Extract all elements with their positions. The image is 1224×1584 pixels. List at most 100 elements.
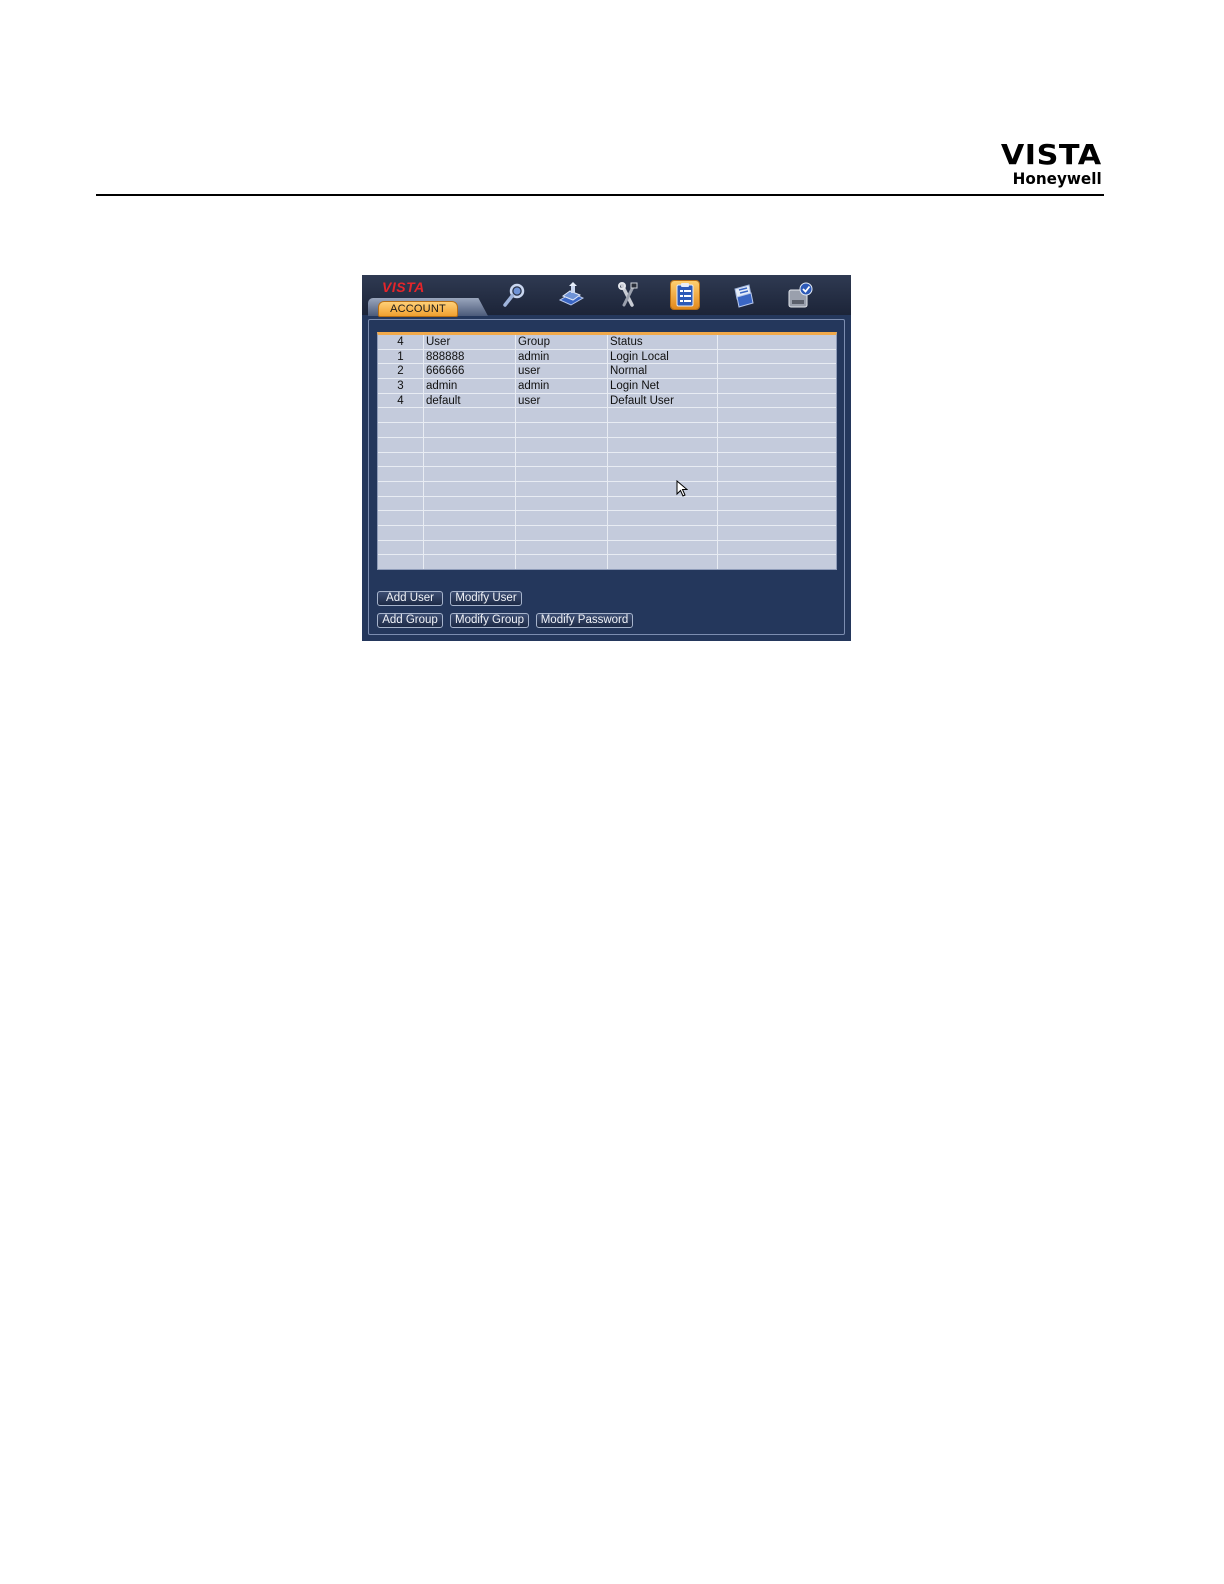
row-status: Normal (608, 364, 718, 379)
dvr-account-screenshot: VISTA ACCOUNT 4 User Group Status 1 8888… (362, 275, 851, 641)
empty-cell (608, 437, 718, 452)
table-row-empty[interactable] (378, 481, 836, 497)
row-index: 2 (378, 364, 424, 379)
empty-cell (718, 555, 836, 569)
top-menu-bar: VISTA ACCOUNT (362, 275, 851, 317)
record-icon[interactable] (557, 281, 585, 309)
empty-cell (378, 511, 424, 525)
column-header-user: User (424, 335, 516, 349)
row-index: 1 (378, 349, 424, 364)
empty-cell (378, 540, 424, 555)
row-group: user (516, 364, 608, 379)
empty-cell (718, 467, 836, 481)
table-row-empty[interactable] (378, 408, 836, 424)
column-header-index: 4 (378, 335, 424, 349)
header-divider (96, 194, 1104, 196)
empty-cell (378, 423, 424, 437)
empty-cell (718, 408, 836, 422)
tab-account[interactable]: ACCOUNT (378, 301, 458, 317)
empty-cell (608, 423, 718, 437)
empty-cell (516, 540, 608, 555)
modify-group-button[interactable]: Modify Group (450, 613, 529, 628)
settings-icon[interactable] (729, 281, 757, 309)
brand-logo: VISTA Honeywell (1001, 140, 1102, 188)
table-row[interactable]: 2 666666 user Normal (378, 364, 836, 380)
empty-cell (378, 525, 424, 540)
empty-cell (378, 481, 424, 496)
empty-cell (516, 511, 608, 525)
brand-sub-name: Honeywell (1013, 169, 1102, 188)
empty-cell (378, 408, 424, 423)
table-row-empty[interactable] (378, 467, 836, 482)
table-row-empty[interactable] (378, 423, 836, 438)
row-user: default (424, 393, 516, 408)
row-user: admin (424, 379, 516, 393)
table-row-empty[interactable] (378, 437, 836, 453)
tools-icon[interactable] (614, 281, 642, 309)
empty-cell (718, 541, 836, 555)
table-row-empty[interactable] (378, 511, 836, 526)
empty-cell (608, 408, 718, 423)
empty-cell (608, 540, 718, 555)
search-icon[interactable] (500, 281, 528, 309)
empty-cell (608, 481, 718, 496)
account-icon[interactable] (671, 281, 699, 309)
empty-cell (718, 438, 836, 452)
row-group: admin (516, 349, 608, 364)
add-group-button[interactable]: Add Group (377, 613, 443, 628)
empty-cell (516, 555, 608, 569)
empty-cell (378, 496, 424, 511)
mouse-cursor-icon (676, 480, 688, 497)
table-row-empty[interactable] (378, 555, 836, 569)
empty-cell (608, 511, 718, 525)
empty-cell (378, 437, 424, 452)
user-table: 4 User Group Status 1 888888 admin Login… (377, 332, 837, 570)
row-group: user (516, 393, 608, 408)
row-status: Login Local (608, 349, 718, 364)
modify-user-button[interactable]: Modify User (450, 591, 522, 606)
table-row-empty[interactable] (378, 540, 836, 556)
row-user: 888888 (424, 349, 516, 364)
empty-cell (608, 555, 718, 569)
empty-cell (516, 408, 608, 423)
empty-cell (516, 496, 608, 511)
row-status: Default User (608, 393, 718, 408)
disk-icon[interactable] (786, 281, 814, 309)
empty-cell (424, 452, 516, 467)
row-extra (718, 394, 836, 408)
column-header-group: Group (516, 335, 608, 349)
table-header-row: 4 User Group Status (378, 335, 836, 350)
table-row[interactable]: 1 888888 admin Login Local (378, 349, 836, 365)
empty-cell (516, 525, 608, 540)
empty-cell (378, 467, 424, 481)
table-row-empty[interactable] (378, 496, 836, 512)
empty-cell (424, 540, 516, 555)
empty-cell (378, 452, 424, 467)
empty-cell (516, 467, 608, 481)
empty-cell (424, 511, 516, 525)
table-row[interactable]: 3 admin admin Login Net (378, 379, 836, 394)
empty-cell (424, 408, 516, 423)
empty-cell (424, 525, 516, 540)
row-index: 4 (378, 393, 424, 408)
empty-cell (516, 452, 608, 467)
table-row-empty[interactable] (378, 525, 836, 541)
table-row-empty[interactable] (378, 452, 836, 468)
row-user: 666666 (424, 364, 516, 379)
modify-password-button[interactable]: Modify Password (536, 613, 633, 628)
empty-cell (424, 423, 516, 437)
row-group: admin (516, 379, 608, 393)
add-user-button[interactable]: Add User (377, 591, 443, 606)
empty-cell (516, 481, 608, 496)
dvr-logo: VISTA (382, 279, 425, 295)
row-extra (718, 379, 836, 393)
row-extra (718, 364, 836, 378)
empty-cell (516, 437, 608, 452)
empty-cell (424, 481, 516, 496)
empty-cell (718, 526, 836, 540)
empty-cell (718, 423, 836, 437)
empty-cell (718, 482, 836, 496)
empty-cell (378, 555, 424, 569)
table-row[interactable]: 4 default user Default User (378, 393, 836, 409)
column-header-extra (718, 335, 836, 349)
